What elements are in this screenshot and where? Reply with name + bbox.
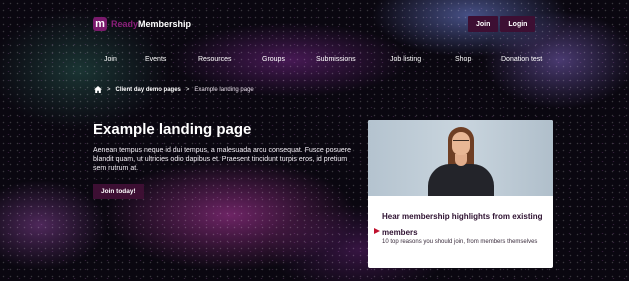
home-icon[interactable] bbox=[94, 86, 102, 93]
logo-wordmark: ReadyMembership bbox=[111, 19, 191, 29]
join-button[interactable]: Join bbox=[468, 16, 499, 32]
play-icon[interactable] bbox=[374, 228, 380, 234]
site-logo[interactable]: m ReadyMembership bbox=[93, 15, 191, 33]
login-button[interactable]: Login bbox=[500, 16, 536, 32]
video-card[interactable]: Hear membership highlights from existing… bbox=[368, 120, 553, 268]
hero-description: Aenean tempus neque id dui tempus, a mal… bbox=[93, 147, 351, 172]
card-subtitle: 10 top reasons you should join, from mem… bbox=[382, 239, 538, 245]
nav-item-donation-test[interactable]: Donation test bbox=[501, 56, 542, 63]
logo-ready-text: Ready bbox=[111, 19, 139, 29]
main-nav: Join Events Resources Groups Submissions… bbox=[0, 56, 629, 68]
breadcrumb-separator: > bbox=[185, 86, 190, 93]
breadcrumb: > Client day demo pages > Example landin… bbox=[94, 86, 254, 93]
logo-brand-text: Membership bbox=[138, 19, 192, 29]
nav-item-resources[interactable]: Resources bbox=[198, 56, 231, 63]
nav-item-job-listing[interactable]: Job listing bbox=[390, 56, 421, 63]
breadcrumb-current: Example landing page bbox=[194, 86, 254, 93]
nav-item-join[interactable]: Join bbox=[104, 56, 117, 63]
card-title[interactable]: Hear membership highlights from existing… bbox=[382, 209, 552, 241]
logo-icon: m bbox=[93, 17, 107, 31]
breadcrumb-link-client-day[interactable]: Client day demo pages bbox=[116, 87, 181, 93]
breadcrumb-separator: > bbox=[107, 86, 111, 93]
member-photo bbox=[368, 120, 553, 196]
auth-buttons: Join Login bbox=[468, 16, 536, 32]
join-today-button[interactable]: Join today! bbox=[93, 184, 144, 199]
nav-item-submissions[interactable]: Submissions bbox=[316, 56, 356, 63]
page-title: Example landing page bbox=[93, 121, 252, 138]
nav-item-events[interactable]: Events bbox=[145, 56, 166, 63]
nav-item-groups[interactable]: Groups bbox=[262, 56, 285, 63]
nav-item-shop[interactable]: Shop bbox=[455, 56, 471, 63]
